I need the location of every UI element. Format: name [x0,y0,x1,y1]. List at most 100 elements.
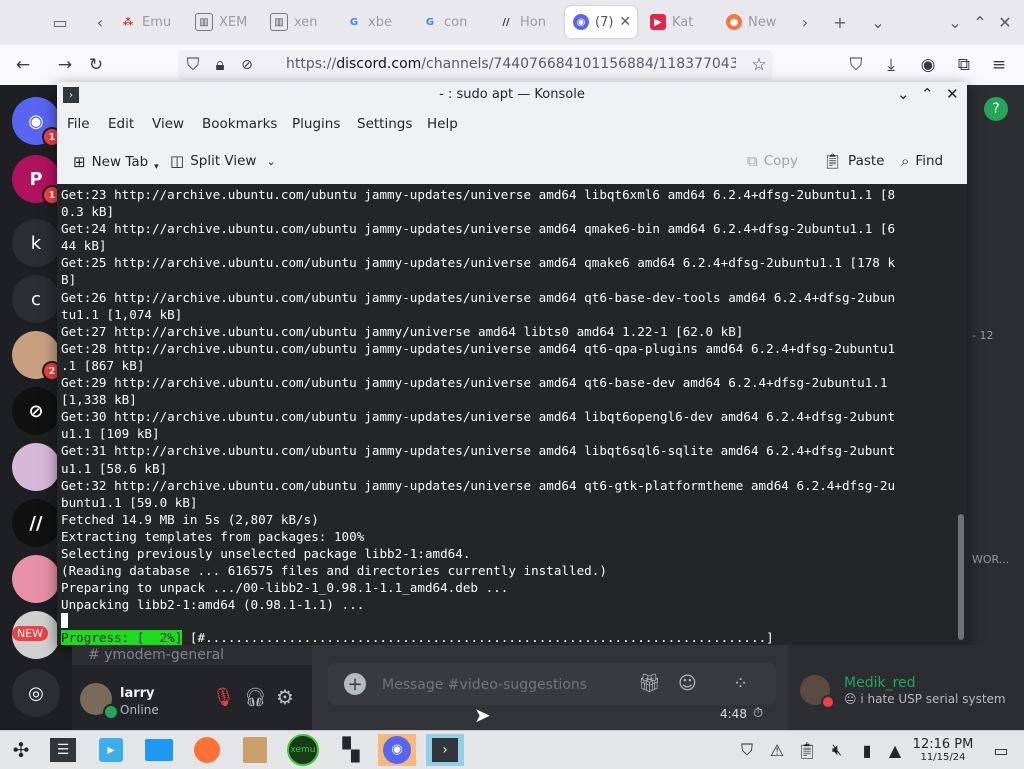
explore-compass-icon[interactable]: ◎ [12,669,60,717]
apps-icon[interactable]: ⁘ [733,673,748,694]
mute-mic-icon[interactable]: 🎙︎ [212,687,235,708]
new-tab-button[interactable]: ⊞ New Tab ▾ [73,152,159,172]
account-icon[interactable]: ◉ [917,54,939,76]
menu-plugins[interactable]: Plugins [292,116,340,132]
clipboard-icon[interactable]: 📋︎ [796,739,818,761]
close-icon[interactable]: ✕ [946,85,959,103]
discover-icon[interactable]: ▸ [92,734,130,766]
split-view-icon: ◫ [170,152,185,170]
discord-home-icon[interactable]: ◉ 1 [12,97,62,147]
url-bar[interactable]: ⛉ 🔒︎ ⊘ https://discord.com/channels/7440… [178,50,773,80]
anime-server-icon[interactable] [12,443,60,491]
tab-list-chevron-icon[interactable]: ⌄ [868,12,888,32]
pocket-icon[interactable]: ⛉ [845,54,867,76]
help-icon[interactable]: ? [984,97,1008,121]
xemu-icon[interactable]: xemu [284,734,322,766]
minimize-icon[interactable]: ⌄ [897,85,910,103]
scrollbar-thumb[interactable] [958,514,964,640]
p-server-icon[interactable]: P 1 [12,155,62,205]
menu-hamburger-icon[interactable]: ≡ [988,54,1010,76]
browser-tab-active[interactable]: ◉ (7) ✕ [565,6,637,38]
browser-tab[interactable]: ⁂ Emu [112,6,182,38]
member-list-peek: Medik_red 😐︎ i hate USP serial system [788,645,1024,730]
browser-tab[interactable]: ● New [718,6,788,38]
menu-help[interactable]: Help [427,116,458,132]
slashed-logo-icon[interactable]: ⊘ [12,387,60,435]
discord-icon[interactable]: ◉ [378,734,416,766]
firefox-icon[interactable] [188,734,226,766]
find-button[interactable]: ⌕ Find [901,152,943,170]
permissions-icon[interactable]: ⊘ [236,54,258,76]
back-arrow-icon[interactable]: ← [12,54,34,76]
message-input[interactable] [380,673,624,697]
browser-tab[interactable]: ▥ XEM [187,6,257,38]
close-tab-icon[interactable]: ✕ [619,14,631,30]
close-window-icon[interactable]: ✕ [995,12,1015,32]
download-icon[interactable]: ⤓ [880,54,902,76]
show-desktop-icon[interactable]: ▭ [990,739,1012,761]
gear-icon[interactable]: ⚙ [276,685,294,709]
terminal-scrollbar[interactable] [955,184,967,645]
xemu-label: xemu [287,734,319,766]
slash-server-icon[interactable]: // [12,499,60,547]
browser-tab[interactable]: G con [414,6,484,38]
menu-settings[interactable]: Settings [357,116,412,132]
settings-icon[interactable]: ☰ [44,734,82,766]
bookmark-star-icon[interactable]: ☆ [748,54,770,76]
menu-edit[interactable]: Edit [108,116,134,132]
minimize-icon[interactable]: ⌄ [945,12,965,32]
add-attachment-icon[interactable]: + [344,673,366,695]
url-text[interactable]: https://discord.com/channels/74407668410… [286,56,736,72]
start-icon[interactable]: ✣ [2,734,40,766]
konsole-icon[interactable]: › [426,734,464,766]
chevron-left-icon[interactable]: ‹ [90,12,110,32]
browser-nav-bar: ← → ↻ ⛉ 🔒︎ ⊘ https://discord.com/channel… [0,45,1024,86]
gift-icon[interactable]: 🎁︎ [638,673,661,694]
shield-tray-icon[interactable]: ⛉ [736,739,758,761]
shield-icon[interactable]: ⛉ [182,54,204,76]
copy-button[interactable]: ⧉ Copy [747,152,798,170]
archive-icon[interactable] [236,734,274,766]
extensions-icon[interactable]: ⧉ [953,54,975,76]
reload-icon[interactable]: ↻ [85,54,107,76]
new-tab-plus-icon[interactable]: + [830,12,850,32]
emoji-icon[interactable]: ☺ [678,673,697,694]
anime-server-icon[interactable] [12,555,60,603]
split-view-button[interactable]: ◫ Split View ⌄ [170,152,276,170]
konsole-title-bar[interactable]: › - : sudo apt — Konsole ⌄ ⌃ ✕ [57,82,967,108]
terminal-area[interactable]: Get:23 http://archive.ubuntu.com/ubuntu … [57,184,955,645]
member-group-label: WOR... [972,553,1010,566]
browser-tab[interactable]: ▥ xen [262,6,332,38]
paste-button[interactable]: 📋︎ Paste [823,152,885,170]
maximize-icon[interactable]: ⌃ [970,12,990,32]
battery-icon[interactable]: ▮ [856,739,878,761]
volume-muted-icon[interactable]: 🔇︎ [826,739,848,761]
server-c[interactable]: c [12,275,60,323]
browser-tab[interactable]: ▶ Kat [642,6,712,38]
files-icon[interactable] [140,734,178,766]
member-name[interactable]: Medik_red [844,675,916,691]
update-notice-icon[interactable]: ⚠ [766,739,788,761]
maximize-icon[interactable]: ⌃ [921,85,934,103]
forward-arrow-icon[interactable]: → [54,54,76,76]
terminal-output: Get:23 http://archive.ubuntu.com/ubuntu … [61,187,896,613]
blocks-icon[interactable]: ▚ [332,734,370,766]
browser-tab[interactable]: G xbe [338,6,408,38]
channel-name[interactable]: # ymodem-general [88,647,224,663]
headphones-icon[interactable]: 🎧︎ [244,687,267,708]
mouse-pointer-icon: ➤ [474,703,491,727]
clock[interactable]: 12:16 PM 11/15/24 [910,737,976,763]
chevron-right-icon[interactable]: › [795,12,815,32]
menu-file[interactable]: File [67,116,90,132]
menu-view[interactable]: View [152,116,184,132]
tray-expand-icon[interactable]: ▲ [884,739,906,761]
user-status: Online [120,703,159,717]
tab-overview-icon[interactable]: ▭ [50,12,70,32]
server-k[interactable]: k [12,219,60,267]
avatar-server-icon[interactable]: 2 [12,331,62,381]
chevron-down-icon: ▾ [154,162,159,172]
menu-bookmarks[interactable]: Bookmarks [202,116,277,132]
message-box: + 🎁︎ ☺ ⁘ [328,663,776,705]
time-overlay: 4:48 [720,707,747,721]
browser-tab[interactable]: // Hon [490,6,560,38]
